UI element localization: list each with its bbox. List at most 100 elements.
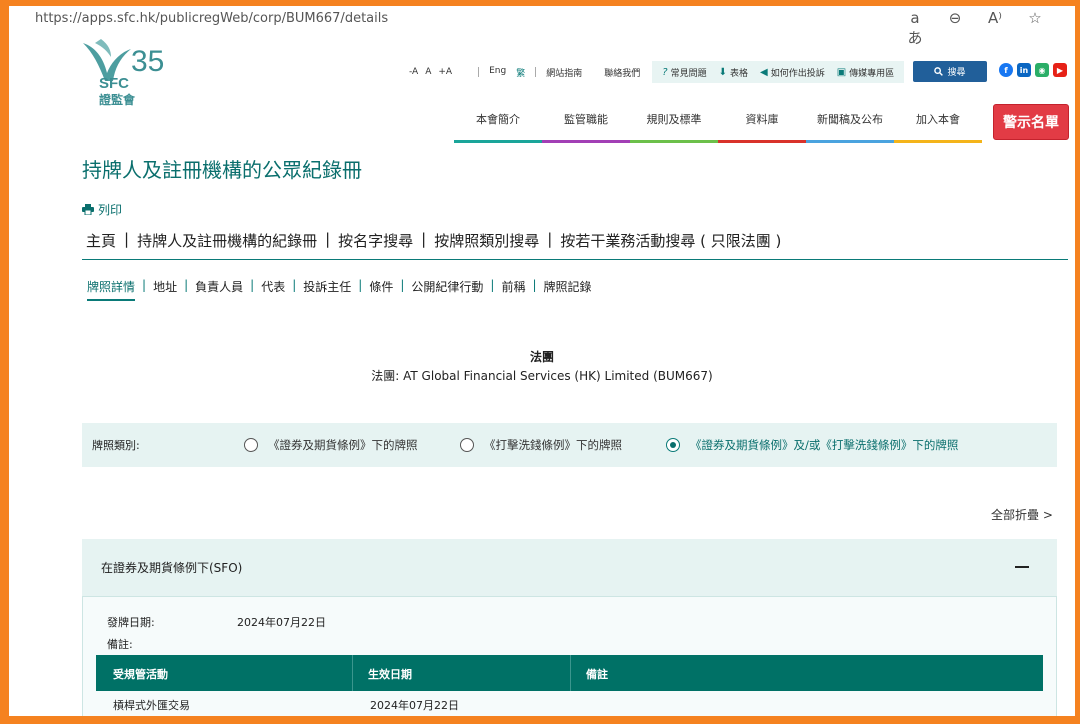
nav-careers[interactable]: 加入本會 [894, 111, 982, 143]
nav-database[interactable]: 資料庫 [718, 111, 806, 143]
divider: | [547, 230, 553, 248]
image-icon: ▣ [836, 66, 847, 78]
divider: | [184, 278, 189, 292]
sfc-logo[interactable]: 35 SFC 證監會 [81, 37, 181, 107]
forms-link[interactable]: ⬇ 表格 [719, 66, 748, 79]
wechat-icon[interactable]: ◉ [1035, 63, 1049, 77]
accordion-header-sfo[interactable]: 在證券及期貨條例下(SFO) [82, 539, 1057, 596]
divider [478, 67, 480, 77]
quick-links: ? 常見問題 ⬇ 表格 ◀ 如何作出投訴 ▣ 傳媒專用區 [652, 61, 905, 83]
social-links: f in ◉ ▶ [999, 63, 1067, 77]
language-switch: Eng 繁 [489, 66, 525, 79]
divider: | [490, 278, 495, 292]
radio-label: 《證券及期貨條例》下的牌照 [268, 438, 418, 452]
media-link[interactable]: ▣ 傳媒專用區 [837, 66, 894, 79]
breadcrumb-register[interactable]: 持牌人及註冊機構的紀錄冊 [137, 230, 317, 251]
tab-address[interactable]: 地址 [153, 278, 177, 301]
detail-tabs: 牌照詳情 | 地址 | 負責人員 | 代表 | 投訴主任 | 條件 | 公開紀律行動 | 前稱… [87, 278, 592, 301]
url-text[interactable]: https://apps.sfc.hk/publicregWeb/corp/BU… [35, 11, 388, 26]
complaint-label: 如何作出投訴 [770, 68, 825, 79]
browser-window: https://apps.sfc.hk/publicregWeb/corp/BU… [9, 6, 1075, 716]
search-icon [934, 67, 944, 76]
issue-date-label: 發牌日期: [107, 616, 155, 629]
radio-sfo-licence[interactable]: 《證券及期貨條例》下的牌照 [244, 437, 418, 453]
radio-label: 《證券及期貨條例》及/或《打擊洗錢條例》下的牌照 [690, 438, 959, 452]
cell-effective-date: 2024年07月22日 [370, 699, 459, 712]
nav-news[interactable]: 新聞稿及公布 [806, 111, 894, 143]
radio-button[interactable] [666, 438, 680, 452]
print-link[interactable]: 列印 [82, 201, 122, 218]
tab-representatives[interactable]: 代表 [261, 278, 285, 301]
address-bar[interactable]: https://apps.sfc.hk/publicregWeb/corp/BU… [9, 6, 1075, 47]
issue-date-value: 2024年07月22日 [237, 616, 326, 629]
breadcrumb-type-search[interactable]: 按牌照類別搜尋 [434, 230, 539, 251]
media-label: 傳媒專用區 [849, 68, 895, 79]
nav-rules[interactable]: 規則及標準 [630, 111, 718, 143]
tab-licence-record[interactable]: 牌照記錄 [544, 278, 592, 301]
divider [570, 655, 571, 691]
youtube-icon[interactable]: ▶ [1053, 63, 1067, 77]
radio-amlo-licence[interactable]: 《打擊洗錢條例》下的牌照 [460, 437, 622, 453]
tab-complaints-officer[interactable]: 投訴主任 [303, 278, 351, 301]
nav-about[interactable]: 本會簡介 [454, 111, 542, 143]
font-normal-button[interactable]: A [425, 67, 431, 77]
lang-chinese-link[interactable]: 繁 [516, 66, 525, 79]
divider: | [532, 278, 537, 292]
divider: | [292, 278, 297, 292]
radio-button[interactable] [244, 438, 258, 452]
print-label: 列印 [98, 203, 123, 217]
lang-english-link[interactable]: Eng [489, 66, 506, 79]
nav-regulatory[interactable]: 監管職能 [542, 111, 630, 143]
forms-label: 表格 [729, 68, 748, 79]
font-decrease-button[interactable]: -A [409, 67, 418, 77]
search-button[interactable]: 搜尋 [913, 61, 987, 82]
site-header: 35 SFC 證監會 -A A +A Eng 繁 網站指南 聯絡我們 ? 常見問題… [9, 31, 1075, 143]
divider [82, 259, 1068, 260]
logo-chinese: 證監會 [99, 93, 136, 107]
search-label: 搜尋 [947, 68, 966, 78]
alert-list-button[interactable]: 警示名單 [993, 104, 1069, 140]
divider [535, 67, 537, 77]
breadcrumb-name-search[interactable]: 按名字搜尋 [338, 230, 413, 251]
accordion-title: 在證券及期貨條例下(SFO) [101, 561, 243, 575]
tab-responsible-officers[interactable]: 負責人員 [195, 278, 243, 301]
linkedin-icon[interactable]: in [1017, 63, 1031, 77]
megaphone-icon: ◀ [759, 66, 768, 78]
tab-conditions[interactable]: 條件 [369, 278, 393, 301]
licence-type-selector: 牌照類別: 《證券及期貨條例》下的牌照 《打擊洗錢條例》下的牌照 《證券及期貨條… [82, 423, 1057, 467]
breadcrumb-activity-search[interactable]: 按若干業務活動搜尋 ( 只限法團 ) [560, 230, 781, 251]
collapse-all-link[interactable]: 全部折疊 > [991, 506, 1053, 523]
remarks-label: 備註: [107, 638, 133, 651]
divider: | [421, 230, 427, 248]
table-header: 受規管活動 生效日期 備註 [96, 655, 1043, 691]
tab-former-names[interactable]: 前稱 [501, 278, 525, 301]
font-increase-button[interactable]: +A [438, 67, 452, 77]
col-activity: 受規管活動 [113, 668, 168, 681]
radio-sfo-amlo-licence[interactable]: 《證券及期貨條例》及/或《打擊洗錢條例》下的牌照 [666, 437, 958, 453]
download-icon: ⬇ [718, 66, 727, 78]
font-size-controls: -A A +A [409, 67, 452, 77]
page-title: 持牌人及註冊機構的公眾紀錄冊 [82, 158, 362, 182]
entity-name: 法團: AT Global Financial Services (HK) Li… [371, 369, 713, 383]
faq-link[interactable]: ? 常見問題 [662, 66, 706, 79]
contact-link[interactable]: 聯絡我們 [604, 66, 640, 79]
radio-label: 《打擊洗錢條例》下的牌照 [484, 438, 622, 452]
utility-bar: -A A +A Eng 繁 網站指南 聯絡我們 ? 常見問題 ⬇ 表格 ◀ 如何作出投… [409, 61, 905, 83]
accordion-body-sfo: 發牌日期: 2024年07月22日 備註: 受規管活動 生效日期 備註 槓桿式外… [82, 596, 1057, 716]
minus-icon[interactable] [1015, 566, 1029, 568]
divider [352, 655, 353, 691]
facebook-icon[interactable]: f [999, 63, 1013, 77]
site-links: 網站指南 聯絡我們 [546, 66, 640, 79]
divider: | [124, 230, 130, 248]
tab-licence-details[interactable]: 牌照詳情 [87, 278, 136, 301]
sitemap-link[interactable]: 網站指南 [546, 66, 582, 79]
breadcrumb-home[interactable]: 主頁 [86, 230, 116, 251]
divider: | [142, 278, 147, 292]
divider: | [400, 278, 405, 292]
tab-disciplinary-actions[interactable]: 公開紀律行動 [411, 278, 483, 301]
complaint-link[interactable]: ◀ 如何作出投訴 [760, 66, 825, 79]
licence-type-label: 牌照類別: [92, 439, 140, 452]
question-icon: ? [662, 66, 668, 78]
radio-button[interactable] [460, 438, 474, 452]
logo-anniversary: 35 [131, 45, 165, 78]
